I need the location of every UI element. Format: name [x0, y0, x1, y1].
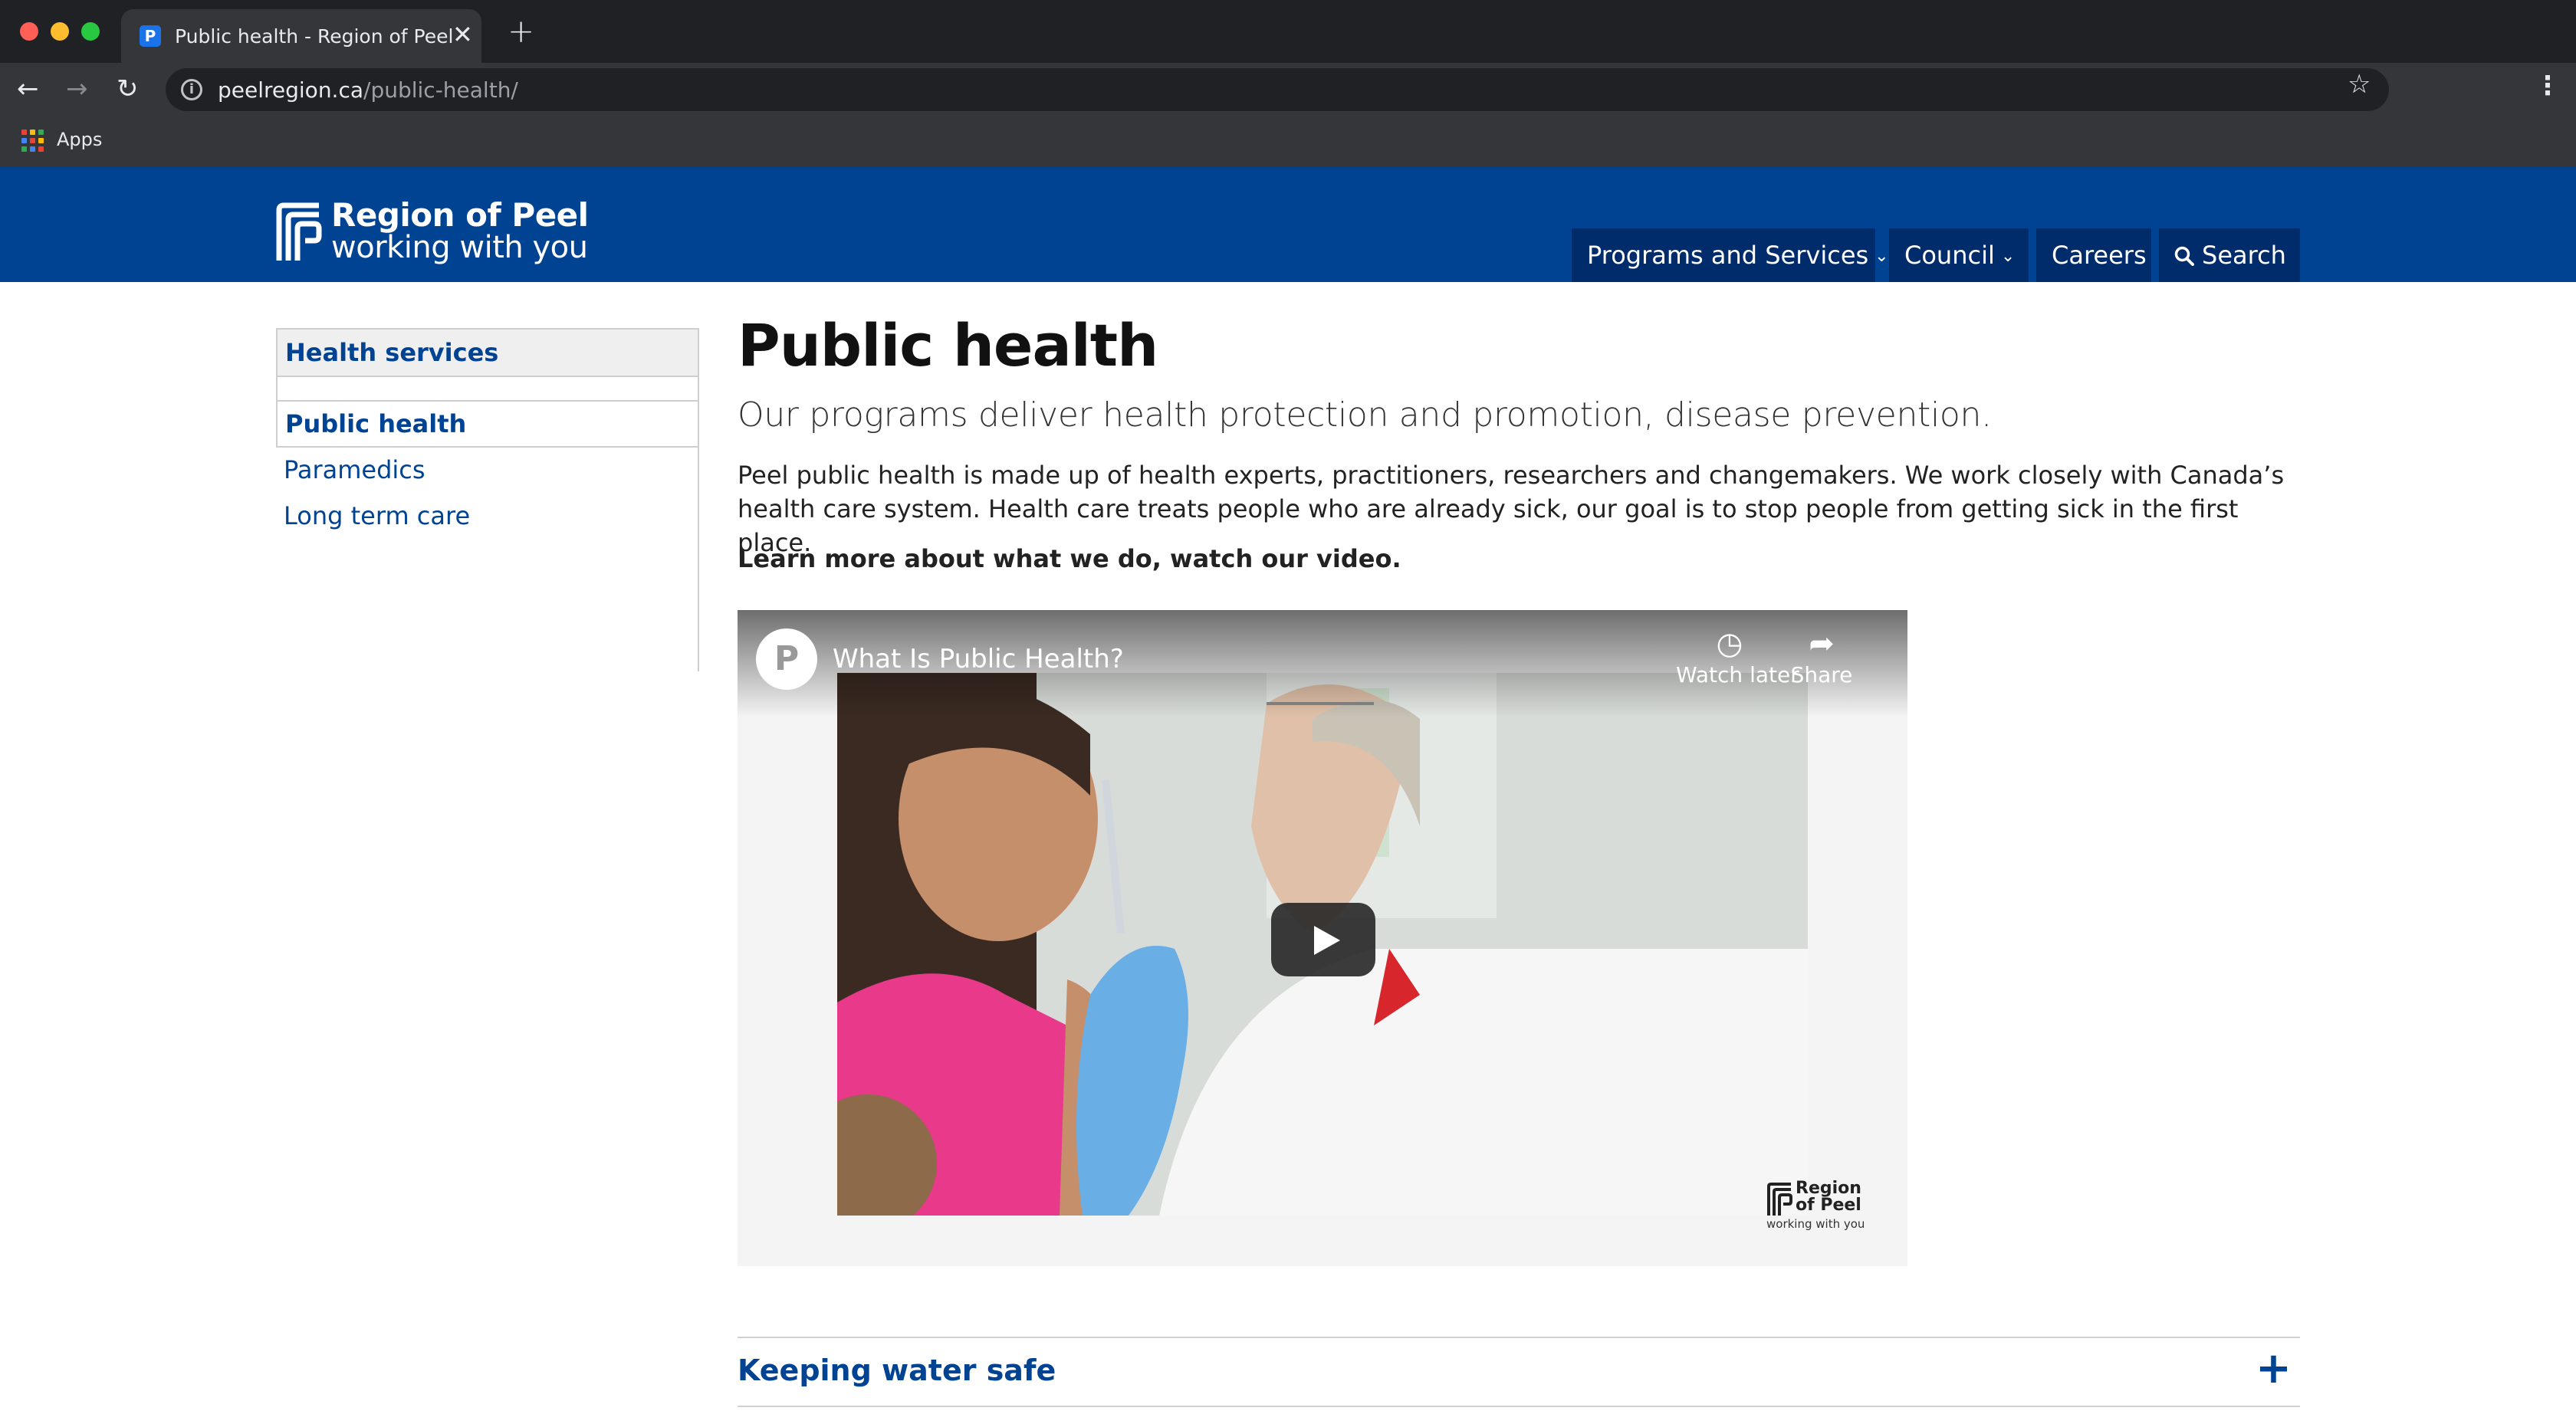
- forward-icon[interactable]: →: [66, 72, 88, 106]
- video-title[interactable]: What Is Public Health?: [833, 644, 1124, 674]
- new-tab-button[interactable]: +: [508, 15, 534, 48]
- accordion-divider-bottom: [738, 1406, 2300, 1407]
- menu-icon[interactable]: ⋮: [2535, 71, 2561, 101]
- tab-title: Public health - Region of Peel: [175, 25, 454, 48]
- sidebar-divider: [698, 448, 699, 671]
- nav-search[interactable]: Search: [2159, 228, 2300, 282]
- video-watermark: Region of Peel working with you: [1766, 1179, 1866, 1232]
- reload-icon[interactable]: ↻: [117, 72, 139, 106]
- share-button[interactable]: ➦ Share: [1783, 625, 1860, 687]
- nav-programs-label: Programs and Services: [1587, 241, 1869, 270]
- chevron-down-icon: ⌄: [1875, 247, 1889, 266]
- browser-titlebar: P Public health - Region of Peel ✕ +: [0, 0, 2576, 63]
- share-icon: ➦: [1809, 626, 1835, 661]
- site-header: Region of Peel working with you Programs…: [0, 167, 2576, 282]
- watermark-line2: of Peel: [1796, 1196, 1861, 1215]
- accordion-keeping-water-safe[interactable]: Keeping water safe: [738, 1353, 1056, 1387]
- watch-later-button[interactable]: ◷ Watch later: [1676, 625, 1799, 687]
- chevron-down-icon: ⌄: [2000, 247, 2016, 266]
- nav-careers[interactable]: Careers: [2036, 228, 2151, 282]
- accordion-divider-top: [738, 1337, 2300, 1338]
- page-lead: Our programs deliver health protection a…: [738, 395, 1992, 435]
- back-icon[interactable]: ←: [17, 72, 39, 106]
- logo-title: Region of Peel: [331, 196, 589, 234]
- sidebar-item-paramedics[interactable]: Paramedics: [284, 455, 426, 484]
- video-cta: Learn more about what we do, watch our v…: [738, 544, 1401, 573]
- sidebar-item-long-term-care[interactable]: Long term care: [284, 501, 470, 530]
- video-player[interactable]: P What Is Public Health? ◷ Watch later ➦…: [738, 610, 1907, 1266]
- nav-search-label: Search: [2202, 241, 2286, 270]
- close-tab-icon[interactable]: ✕: [452, 20, 473, 49]
- watch-later-label: Watch later: [1676, 662, 1799, 687]
- sidebar-heading[interactable]: Health services: [276, 328, 699, 377]
- peel-logo-icon: [276, 202, 322, 261]
- browser-toolbar: ← → ↻ i peelregion.ca/public-health/: [0, 63, 2576, 116]
- nav-council[interactable]: Council ⌄: [1889, 228, 2029, 282]
- clock-icon: ◷: [1716, 626, 1743, 661]
- maximize-window-button[interactable]: [81, 22, 100, 41]
- nav-careers-label: Careers: [2052, 241, 2147, 270]
- address-bar[interactable]: i peelregion.ca/public-health/: [166, 68, 2389, 111]
- info-icon[interactable]: i: [181, 79, 202, 100]
- watermark-tagline: working with you: [1766, 1217, 1865, 1231]
- bookmarks-bar: Apps: [0, 116, 2576, 167]
- nav-programs-and-services[interactable]: Programs and Services ⌄: [1572, 228, 1889, 282]
- browser-tab[interactable]: P Public health - Region of Peel ✕: [121, 9, 481, 63]
- channel-avatar[interactable]: P: [756, 628, 817, 690]
- apps-bookmark[interactable]: Apps: [57, 129, 102, 150]
- nav-council-label: Council: [1904, 241, 1995, 270]
- play-button[interactable]: [1271, 903, 1375, 976]
- expand-plus-icon[interactable]: +: [2256, 1344, 2292, 1393]
- page-title: Public health: [738, 311, 1158, 379]
- url-text[interactable]: peelregion.ca/public-health/: [218, 77, 518, 103]
- region-of-peel-logo[interactable]: Region of Peel working with you: [276, 196, 598, 265]
- peel-logo-icon: [1767, 1183, 1792, 1216]
- share-label: Share: [1790, 662, 1853, 687]
- star-icon[interactable]: ☆: [2348, 69, 2371, 100]
- apps-icon[interactable]: [21, 130, 44, 153]
- search-icon: [2174, 246, 2194, 266]
- close-window-button[interactable]: [20, 22, 38, 41]
- logo-tagline: working with you: [331, 230, 588, 265]
- sidebar-item-public-health[interactable]: Public health: [276, 400, 699, 448]
- favicon-icon: P: [140, 25, 161, 47]
- minimize-window-button[interactable]: [51, 22, 69, 41]
